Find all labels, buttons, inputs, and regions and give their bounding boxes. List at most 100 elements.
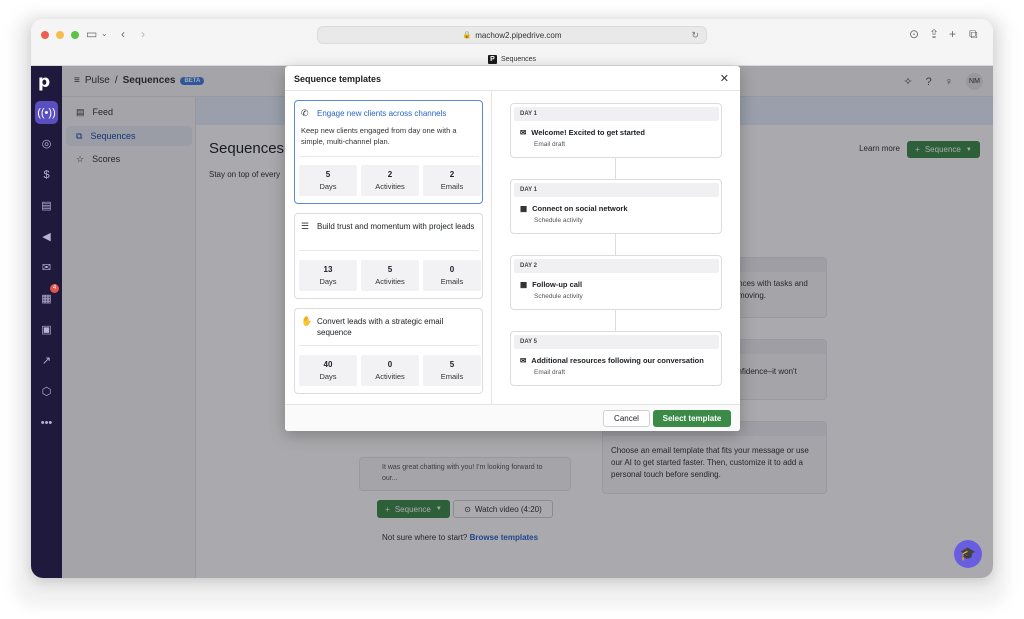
step-day: DAY 1 <box>514 107 719 121</box>
forward-icon[interactable]: › <box>141 27 145 41</box>
sequence-templates-modal: Sequence templates ✕ ✆ Engage new client… <box>285 66 740 431</box>
template-card-build-trust[interactable]: ☰ Build trust and momentum with project … <box>294 213 483 299</box>
template-title: Engage new clients across channels <box>317 109 447 118</box>
template-stats: 40 Days 0 Activities 5 Emails <box>299 355 481 386</box>
calendar-icon: ▦ <box>520 280 528 289</box>
checklist-icon: ☰ <box>301 221 310 231</box>
url-text: machow2.pipedrive.com <box>475 30 562 40</box>
stat-days: 40 Days <box>299 355 357 386</box>
stat-activities: 5 Activities <box>361 260 419 291</box>
pipedrive-favicon-icon: P <box>487 54 497 64</box>
step-name: Additional resources following our conve… <box>531 356 704 365</box>
step-type: Email draft <box>534 369 566 376</box>
more-icon[interactable]: ••• <box>35 411 58 434</box>
sequence-step: DAY 1 ✉ Welcome! Excited to get started … <box>510 103 722 158</box>
reload-icon[interactable]: ↻ <box>691 30 699 41</box>
phone-icon: ✆ <box>301 108 309 118</box>
template-description: Keep new clients engaged from day one wi… <box>301 126 457 146</box>
stat-activities: 2 Activities <box>361 165 419 196</box>
contacts-icon[interactable]: ▣ <box>35 318 58 341</box>
step-name: Connect on social network <box>532 204 628 213</box>
tabs-overview-icon[interactable]: ⧉ <box>969 27 978 41</box>
target-icon[interactable]: ◎ <box>35 132 58 155</box>
close-window-button[interactable] <box>41 31 49 39</box>
template-stats: 5 Days 2 Activities 2 Emails <box>299 165 481 196</box>
minimize-window-button[interactable] <box>56 31 64 39</box>
back-icon[interactable]: ‹ <box>121 27 125 41</box>
step-connector <box>615 310 616 331</box>
template-header: ☰ Build trust and momentum with project … <box>301 221 477 232</box>
mail-icon: ✉ <box>520 128 527 137</box>
tab-sequences[interactable]: P Sequences <box>31 52 993 66</box>
lock-icon: 🔒 <box>462 32 472 39</box>
template-header: ✆ Engage new clients across channels <box>301 108 477 119</box>
stat-days: 5 Days <box>299 165 357 196</box>
handshake-icon: ✋ <box>301 316 313 326</box>
stat-activities: 0 Activities <box>361 355 419 386</box>
stat-emails: 0 Emails <box>423 260 481 291</box>
notification-badge: 4 <box>50 284 59 293</box>
step-day: DAY 1 <box>514 183 719 197</box>
sidebar-toggle-icon[interactable]: ▭ <box>86 27 97 41</box>
academy-help-button[interactable]: 🎓 <box>954 540 982 568</box>
share-icon[interactable]: ⇪ <box>929 27 939 41</box>
browser-toolbar: ▭ ⌄ ‹ › 🔒 machow2.pipedrive.com ↻ ⊙ ⇪ + … <box>31 19 993 66</box>
stat-days: 13 Days <box>299 260 357 291</box>
step-day: DAY 5 <box>514 335 719 349</box>
step-title: ✉ Additional resources following our con… <box>520 356 704 365</box>
pulse-icon[interactable]: ((•)) <box>35 101 58 124</box>
sequence-step: DAY 5 ✉ Additional resources following o… <box>510 331 722 386</box>
step-name: Welcome! Excited to get started <box>531 128 645 137</box>
megaphone-icon[interactable]: ◀ <box>35 225 58 248</box>
select-template-button[interactable]: Select template <box>653 410 731 427</box>
zoom-window-button[interactable] <box>71 31 79 39</box>
modal-header: Sequence templates ✕ <box>285 66 740 91</box>
template-preview: DAY 1 ✉ Welcome! Excited to get started … <box>492 91 740 404</box>
chevron-down-icon[interactable]: ⌄ <box>101 27 108 41</box>
step-type: Schedule activity <box>534 293 583 300</box>
mail-icon[interactable]: ✉ <box>35 256 58 279</box>
template-title: Convert leads with a strategic email seq… <box>317 317 444 337</box>
new-tab-icon[interactable]: + <box>949 27 956 41</box>
template-stats: 13 Days 5 Activities 0 Emails <box>299 260 481 291</box>
divider <box>299 250 479 251</box>
cancel-button[interactable]: Cancel <box>603 410 650 427</box>
chart-icon[interactable]: ↗ <box>35 349 58 372</box>
dollar-icon[interactable]: $ <box>35 163 58 186</box>
traffic-lights <box>41 31 79 39</box>
sequence-step: DAY 2 ▦ Follow-up call Schedule activity <box>510 255 722 310</box>
step-title: ✉ Welcome! Excited to get started <box>520 128 645 137</box>
pipedrive-logo[interactable]: p <box>38 72 50 92</box>
step-title: ▦ Follow-up call <box>520 280 582 289</box>
mail-icon: ✉ <box>520 356 527 365</box>
modal-title: Sequence templates <box>294 74 382 84</box>
main-nav-rail: p ((•)) ◎ $ ▤ ◀ ✉ ▦ 4 ▣ ↗ ⬡ ••• <box>31 66 62 578</box>
box-icon[interactable]: ⬡ <box>35 380 58 403</box>
step-name: Follow-up call <box>532 280 583 289</box>
template-header: ✋ Convert leads with a strategic email s… <box>301 316 477 338</box>
step-title: ▦ Connect on social network <box>520 204 628 213</box>
stat-emails: 5 Emails <box>423 355 481 386</box>
template-list: ✆ Engage new clients across channels Kee… <box>285 91 492 404</box>
step-day: DAY 2 <box>514 259 719 273</box>
stat-emails: 2 Emails <box>423 165 481 196</box>
divider <box>299 345 479 346</box>
browser-window: ▭ ⌄ ‹ › 🔒 machow2.pipedrive.com ↻ ⊙ ⇪ + … <box>31 19 993 578</box>
template-title: Build trust and momentum with project le… <box>317 222 475 231</box>
sequence-step: DAY 1 ▦ Connect on social network Schedu… <box>510 179 722 234</box>
clipboard-icon[interactable]: ▤ <box>35 194 58 217</box>
step-connector <box>615 157 616 179</box>
close-icon[interactable]: ✕ <box>720 72 729 85</box>
graduation-cap-icon: 🎓 <box>959 546 977 561</box>
modal-footer: Cancel Select template <box>285 404 740 431</box>
template-card-engage-new-clients[interactable]: ✆ Engage new clients across channels Kee… <box>294 100 483 204</box>
tab-title: Sequences <box>500 55 537 63</box>
step-type: Schedule activity <box>534 217 583 224</box>
calendar-icon: ▦ <box>520 204 528 213</box>
step-connector <box>615 234 616 255</box>
template-card-convert-leads[interactable]: ✋ Convert leads with a strategic email s… <box>294 308 483 394</box>
step-type: Email draft <box>534 141 566 148</box>
address-bar[interactable]: 🔒 machow2.pipedrive.com ↻ <box>317 26 707 44</box>
divider <box>299 156 479 157</box>
download-icon[interactable]: ⊙ <box>909 27 919 41</box>
